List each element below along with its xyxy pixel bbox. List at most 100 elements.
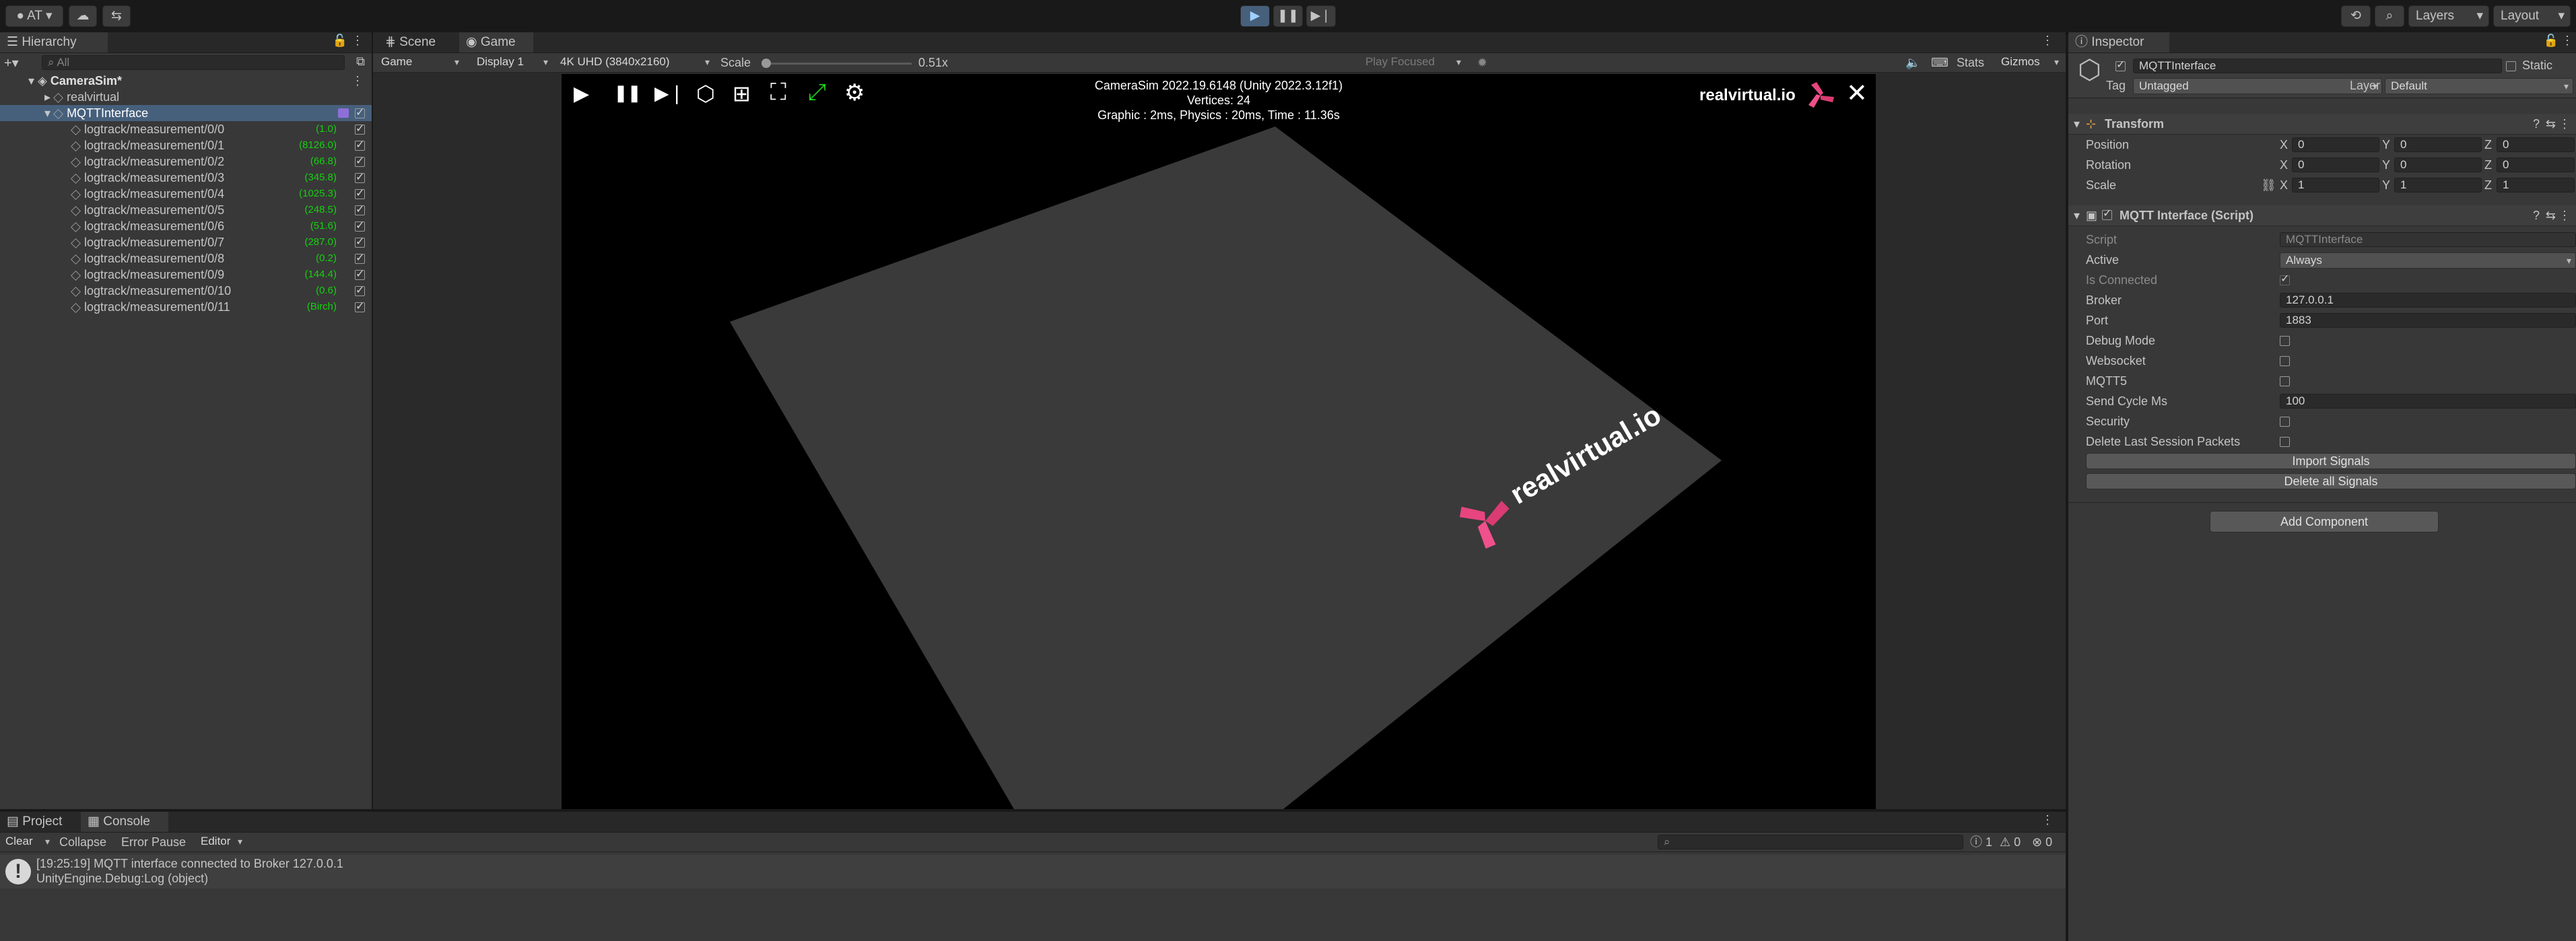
lock-icon[interactable]: 🔓 bbox=[2544, 34, 2558, 48]
import-signals-button[interactable]: Import Signals bbox=[2086, 453, 2576, 469]
menu-kebab-icon[interactable]: ⋮ bbox=[2561, 34, 2573, 48]
active-toggle[interactable] bbox=[355, 202, 365, 218]
tab-game[interactable]: ◉ Game bbox=[459, 32, 533, 53]
scale-z-field[interactable]: 1 bbox=[2497, 178, 2575, 193]
active-toggle[interactable] bbox=[355, 299, 365, 315]
lock-icon[interactable]: 🔓 bbox=[333, 34, 347, 48]
play-button[interactable]: ▶ bbox=[1240, 5, 1270, 27]
hierarchy-item[interactable]: logtrack/measurement/0/5 (248.5) bbox=[0, 202, 372, 218]
step-button[interactable]: ▶❘ bbox=[1306, 5, 1336, 27]
axis-label[interactable]: Y bbox=[2382, 177, 2390, 193]
close-icon[interactable]: ✕ bbox=[1846, 78, 1868, 108]
rotation-z-field[interactable]: 0 bbox=[2497, 158, 2575, 172]
scene-row[interactable]: ▾ ◈ CameraSim* ⋮ bbox=[0, 73, 372, 89]
tab-inspector[interactable]: ⓘ Inspector bbox=[2068, 32, 2169, 53]
menu-kebab-icon[interactable]: ⋮ bbox=[2041, 34, 2054, 48]
help-icon[interactable]: ? bbox=[2533, 207, 2540, 223]
websocket-checkbox[interactable] bbox=[2280, 356, 2290, 366]
axis-label[interactable]: Z bbox=[2484, 137, 2492, 153]
security-checkbox[interactable] bbox=[2280, 417, 2290, 427]
hierarchy-item[interactable]: logtrack/measurement/0/3 (345.8) bbox=[0, 170, 372, 186]
menu-kebab-icon[interactable]: ⋮ bbox=[351, 34, 364, 48]
add-component-button[interactable]: Add Component bbox=[2210, 511, 2439, 532]
clear-button[interactable]: Clear bbox=[0, 834, 54, 850]
delete-last-session-checkbox[interactable] bbox=[2280, 437, 2290, 447]
hierarchy-item[interactable]: logtrack/measurement/0/1 (8126.0) bbox=[0, 137, 372, 153]
hierarchy-item[interactable]: logtrack/measurement/0/10 (0.6) bbox=[0, 283, 372, 299]
scale-slider[interactable] bbox=[761, 59, 912, 68]
axis-label[interactable]: Z bbox=[2484, 177, 2492, 193]
axis-label[interactable]: Y bbox=[2382, 157, 2390, 173]
rotation-y-field[interactable]: 0 bbox=[2394, 158, 2482, 172]
error-pause-button[interactable]: Error Pause bbox=[121, 834, 186, 850]
pause-button[interactable]: ❚❚ bbox=[1273, 5, 1303, 27]
add-icon[interactable]: +▾ bbox=[4, 55, 19, 71]
active-toggle[interactable] bbox=[355, 283, 365, 299]
search-icon[interactable]: ⌕ bbox=[2375, 5, 2404, 27]
tab-console[interactable]: ▦ Console bbox=[81, 812, 168, 832]
active-toggle[interactable] bbox=[355, 170, 365, 186]
hierarchy-item-mqttinterface[interactable]: ▾ MQTTInterface bbox=[0, 105, 372, 121]
rotation-x-field[interactable]: 0 bbox=[2292, 158, 2379, 172]
scale-slider-thumb[interactable] bbox=[761, 59, 772, 68]
active-toggle[interactable] bbox=[355, 153, 365, 170]
tab-scene[interactable]: ⋕ Scene bbox=[378, 32, 459, 53]
hierarchy-item[interactable]: logtrack/measurement/0/9 (144.4) bbox=[0, 267, 372, 283]
delete-signals-button[interactable]: Delete all Signals bbox=[2086, 473, 2576, 489]
play-focused-dropdown[interactable]: Play Focused bbox=[1360, 55, 1465, 71]
game-viewport[interactable]: realvirtual.io ▶ ❚❚ ▶❘ ⬡ ⊞ ⛶ ⤢ ⚙ CameraS… bbox=[562, 74, 1876, 809]
collab-icon[interactable]: ⇆ bbox=[102, 5, 131, 27]
position-z-field[interactable]: 0 bbox=[2497, 137, 2575, 152]
hierarchy-search-input[interactable]: ⌕ All bbox=[42, 55, 345, 70]
port-field[interactable]: 1883 bbox=[2280, 313, 2576, 328]
console-search-input[interactable]: ⌕ bbox=[1658, 835, 1963, 849]
mute-audio-icon[interactable]: 🔈 bbox=[1905, 55, 1920, 71]
preset-icon[interactable]: ⇆ bbox=[2546, 207, 2556, 223]
component-enabled-toggle[interactable] bbox=[2102, 207, 2112, 220]
stats-button[interactable]: Stats bbox=[1957, 55, 1984, 71]
mqtt5-checkbox[interactable] bbox=[2280, 376, 2290, 386]
resolution-dropdown[interactable]: 4K UHD (3840x2160) bbox=[555, 55, 714, 71]
axis-label[interactable]: Z bbox=[2484, 157, 2492, 173]
active-toggle[interactable] bbox=[355, 186, 365, 202]
object-name-field[interactable]: MQTTInterface bbox=[2133, 59, 2502, 73]
display-dropdown[interactable]: Display 1 bbox=[471, 55, 552, 71]
active-toggle[interactable] bbox=[355, 105, 365, 121]
tag-dropdown[interactable]: Untagged bbox=[2133, 78, 2382, 94]
scale-y-field[interactable]: 1 bbox=[2394, 178, 2482, 193]
active-toggle[interactable] bbox=[355, 121, 365, 137]
hierarchy-item-realvirtual[interactable]: ▸ realvirtual bbox=[0, 89, 372, 105]
tab-project[interactable]: ▤ Project bbox=[0, 812, 81, 832]
constrain-proportions-icon[interactable]: ⛓ bbox=[2261, 177, 2276, 193]
script-component-header[interactable]: ▾ ▣ MQTT Interface (Script) ? ⇆ ⋮ bbox=[2068, 205, 2576, 226]
hierarchy-item[interactable]: logtrack/measurement/0/7 (287.0) bbox=[0, 234, 372, 250]
layer-dropdown[interactable]: Default bbox=[2385, 78, 2573, 94]
console-log-row[interactable]: ! [19:25:19] MQTT interface connected to… bbox=[0, 855, 2066, 888]
active-dropdown[interactable]: Always bbox=[2280, 252, 2576, 269]
hierarchy-item[interactable]: logtrack/measurement/0/11 (Birch) bbox=[0, 299, 372, 315]
gizmos-dropdown[interactable]: Gizmos bbox=[1996, 55, 2063, 71]
history-icon[interactable]: ⟲ bbox=[2341, 5, 2371, 27]
hierarchy-item[interactable]: logtrack/measurement/0/6 (51.6) bbox=[0, 218, 372, 234]
keyboard-icon[interactable]: ⌨ bbox=[1931, 55, 1948, 71]
warning-count[interactable]: ⚠ 0 bbox=[2000, 834, 2021, 850]
filter-icon[interactable]: ⧉ bbox=[356, 55, 365, 69]
layout-dropdown[interactable]: Layout ▾ bbox=[2493, 5, 2571, 27]
layers-dropdown[interactable]: Layers ▾ bbox=[2408, 5, 2489, 27]
active-toggle[interactable] bbox=[355, 137, 365, 153]
scene-menu-icon[interactable]: ⋮ bbox=[351, 73, 364, 89]
account-dropdown[interactable]: ● AT ▾ bbox=[5, 5, 63, 27]
send-cycle-field[interactable]: 100 bbox=[2280, 394, 2576, 409]
editor-dropdown[interactable]: Editor bbox=[195, 834, 246, 850]
active-toggle[interactable] bbox=[355, 250, 365, 267]
axis-label[interactable]: X bbox=[2280, 137, 2288, 153]
debug-mode-checkbox[interactable] bbox=[2280, 336, 2290, 346]
active-toggle[interactable] bbox=[355, 234, 365, 250]
transform-header[interactable]: ▾ ⊹ Transform ? ⇆ ⋮ bbox=[2068, 114, 2576, 135]
bug-icon[interactable]: ✹ bbox=[1477, 55, 1487, 71]
object-active-toggle[interactable] bbox=[2115, 58, 2126, 71]
menu-kebab-icon[interactable]: ⋮ bbox=[2041, 813, 2054, 827]
game-mode-dropdown[interactable]: Game bbox=[376, 55, 463, 71]
hierarchy-item[interactable]: logtrack/measurement/0/0 (1.0) bbox=[0, 121, 372, 137]
info-count[interactable]: ⓘ 1 bbox=[1970, 834, 1992, 850]
